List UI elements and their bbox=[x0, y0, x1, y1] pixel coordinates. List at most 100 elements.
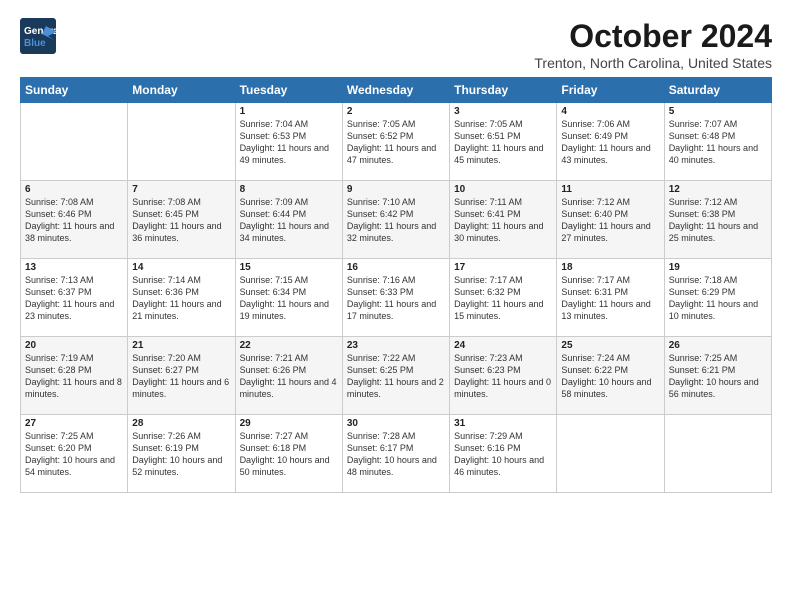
day-info: Sunrise: 7:05 AM Sunset: 6:51 PM Dayligh… bbox=[454, 118, 552, 167]
day-info: Sunrise: 7:25 AM Sunset: 6:20 PM Dayligh… bbox=[25, 430, 123, 479]
day-header-wednesday: Wednesday bbox=[342, 78, 449, 103]
calendar-cell: 24Sunrise: 7:23 AM Sunset: 6:23 PM Dayli… bbox=[450, 337, 557, 415]
calendar-cell: 16Sunrise: 7:16 AM Sunset: 6:33 PM Dayli… bbox=[342, 259, 449, 337]
calendar-table: SundayMondayTuesdayWednesdayThursdayFrid… bbox=[20, 77, 772, 493]
day-info: Sunrise: 7:08 AM Sunset: 6:46 PM Dayligh… bbox=[25, 196, 123, 245]
day-info: Sunrise: 7:17 AM Sunset: 6:31 PM Dayligh… bbox=[561, 274, 659, 323]
day-number: 15 bbox=[240, 262, 338, 273]
day-number: 10 bbox=[454, 184, 552, 195]
calendar-cell: 8Sunrise: 7:09 AM Sunset: 6:44 PM Daylig… bbox=[235, 181, 342, 259]
day-number: 22 bbox=[240, 340, 338, 351]
calendar-cell bbox=[664, 415, 771, 493]
calendar-cell: 4Sunrise: 7:06 AM Sunset: 6:49 PM Daylig… bbox=[557, 103, 664, 181]
day-info: Sunrise: 7:12 AM Sunset: 6:40 PM Dayligh… bbox=[561, 196, 659, 245]
day-info: Sunrise: 7:11 AM Sunset: 6:41 PM Dayligh… bbox=[454, 196, 552, 245]
day-number: 19 bbox=[669, 262, 767, 273]
day-number: 12 bbox=[669, 184, 767, 195]
calendar-cell: 15Sunrise: 7:15 AM Sunset: 6:34 PM Dayli… bbox=[235, 259, 342, 337]
page: General Blue October 2024 Trenton, North… bbox=[0, 0, 792, 505]
day-info: Sunrise: 7:10 AM Sunset: 6:42 PM Dayligh… bbox=[347, 196, 445, 245]
calendar-cell: 26Sunrise: 7:25 AM Sunset: 6:21 PM Dayli… bbox=[664, 337, 771, 415]
day-info: Sunrise: 7:17 AM Sunset: 6:32 PM Dayligh… bbox=[454, 274, 552, 323]
day-info: Sunrise: 7:09 AM Sunset: 6:44 PM Dayligh… bbox=[240, 196, 338, 245]
calendar-cell: 12Sunrise: 7:12 AM Sunset: 6:38 PM Dayli… bbox=[664, 181, 771, 259]
day-info: Sunrise: 7:27 AM Sunset: 6:18 PM Dayligh… bbox=[240, 430, 338, 479]
day-info: Sunrise: 7:14 AM Sunset: 6:36 PM Dayligh… bbox=[132, 274, 230, 323]
day-number: 5 bbox=[669, 106, 767, 117]
day-info: Sunrise: 7:23 AM Sunset: 6:23 PM Dayligh… bbox=[454, 352, 552, 401]
day-number: 30 bbox=[347, 418, 445, 429]
day-number: 13 bbox=[25, 262, 123, 273]
day-header-tuesday: Tuesday bbox=[235, 78, 342, 103]
day-info: Sunrise: 7:29 AM Sunset: 6:16 PM Dayligh… bbox=[454, 430, 552, 479]
calendar-cell: 28Sunrise: 7:26 AM Sunset: 6:19 PM Dayli… bbox=[128, 415, 235, 493]
header-row: SundayMondayTuesdayWednesdayThursdayFrid… bbox=[21, 78, 772, 103]
svg-text:Blue: Blue bbox=[24, 38, 46, 49]
calendar-cell: 18Sunrise: 7:17 AM Sunset: 6:31 PM Dayli… bbox=[557, 259, 664, 337]
calendar-cell: 22Sunrise: 7:21 AM Sunset: 6:26 PM Dayli… bbox=[235, 337, 342, 415]
day-header-sunday: Sunday bbox=[21, 78, 128, 103]
day-number: 21 bbox=[132, 340, 230, 351]
title-block: October 2024 Trenton, North Carolina, Un… bbox=[534, 18, 772, 71]
day-number: 17 bbox=[454, 262, 552, 273]
day-info: Sunrise: 7:12 AM Sunset: 6:38 PM Dayligh… bbox=[669, 196, 767, 245]
day-number: 28 bbox=[132, 418, 230, 429]
calendar-cell bbox=[557, 415, 664, 493]
day-info: Sunrise: 7:16 AM Sunset: 6:33 PM Dayligh… bbox=[347, 274, 445, 323]
day-info: Sunrise: 7:26 AM Sunset: 6:19 PM Dayligh… bbox=[132, 430, 230, 479]
calendar-cell: 3Sunrise: 7:05 AM Sunset: 6:51 PM Daylig… bbox=[450, 103, 557, 181]
calendar-cell: 1Sunrise: 7:04 AM Sunset: 6:53 PM Daylig… bbox=[235, 103, 342, 181]
day-info: Sunrise: 7:06 AM Sunset: 6:49 PM Dayligh… bbox=[561, 118, 659, 167]
calendar-cell: 21Sunrise: 7:20 AM Sunset: 6:27 PM Dayli… bbox=[128, 337, 235, 415]
logo: General Blue bbox=[20, 18, 56, 59]
subtitle: Trenton, North Carolina, United States bbox=[534, 55, 772, 71]
week-row-3: 13Sunrise: 7:13 AM Sunset: 6:37 PM Dayli… bbox=[21, 259, 772, 337]
main-title: October 2024 bbox=[534, 18, 772, 55]
day-info: Sunrise: 7:18 AM Sunset: 6:29 PM Dayligh… bbox=[669, 274, 767, 323]
day-number: 31 bbox=[454, 418, 552, 429]
calendar-cell: 20Sunrise: 7:19 AM Sunset: 6:28 PM Dayli… bbox=[21, 337, 128, 415]
calendar-cell: 13Sunrise: 7:13 AM Sunset: 6:37 PM Dayli… bbox=[21, 259, 128, 337]
calendar-cell: 17Sunrise: 7:17 AM Sunset: 6:32 PM Dayli… bbox=[450, 259, 557, 337]
day-info: Sunrise: 7:20 AM Sunset: 6:27 PM Dayligh… bbox=[132, 352, 230, 401]
week-row-4: 20Sunrise: 7:19 AM Sunset: 6:28 PM Dayli… bbox=[21, 337, 772, 415]
calendar-cell: 25Sunrise: 7:24 AM Sunset: 6:22 PM Dayli… bbox=[557, 337, 664, 415]
calendar-cell: 7Sunrise: 7:08 AM Sunset: 6:45 PM Daylig… bbox=[128, 181, 235, 259]
calendar-cell: 9Sunrise: 7:10 AM Sunset: 6:42 PM Daylig… bbox=[342, 181, 449, 259]
day-info: Sunrise: 7:22 AM Sunset: 6:25 PM Dayligh… bbox=[347, 352, 445, 401]
day-number: 18 bbox=[561, 262, 659, 273]
day-number: 4 bbox=[561, 106, 659, 117]
calendar-cell: 19Sunrise: 7:18 AM Sunset: 6:29 PM Dayli… bbox=[664, 259, 771, 337]
calendar-cell: 23Sunrise: 7:22 AM Sunset: 6:25 PM Dayli… bbox=[342, 337, 449, 415]
day-number: 8 bbox=[240, 184, 338, 195]
day-info: Sunrise: 7:04 AM Sunset: 6:53 PM Dayligh… bbox=[240, 118, 338, 167]
day-number: 25 bbox=[561, 340, 659, 351]
header: General Blue October 2024 Trenton, North… bbox=[20, 18, 772, 71]
day-info: Sunrise: 7:28 AM Sunset: 6:17 PM Dayligh… bbox=[347, 430, 445, 479]
day-header-saturday: Saturday bbox=[664, 78, 771, 103]
day-number: 27 bbox=[25, 418, 123, 429]
day-number: 26 bbox=[669, 340, 767, 351]
day-info: Sunrise: 7:15 AM Sunset: 6:34 PM Dayligh… bbox=[240, 274, 338, 323]
day-info: Sunrise: 7:07 AM Sunset: 6:48 PM Dayligh… bbox=[669, 118, 767, 167]
day-number: 11 bbox=[561, 184, 659, 195]
calendar-cell: 31Sunrise: 7:29 AM Sunset: 6:16 PM Dayli… bbox=[450, 415, 557, 493]
day-number: 14 bbox=[132, 262, 230, 273]
logo-icon: General Blue bbox=[20, 18, 56, 54]
day-number: 20 bbox=[25, 340, 123, 351]
calendar-cell: 29Sunrise: 7:27 AM Sunset: 6:18 PM Dayli… bbox=[235, 415, 342, 493]
day-info: Sunrise: 7:25 AM Sunset: 6:21 PM Dayligh… bbox=[669, 352, 767, 401]
calendar-cell: 27Sunrise: 7:25 AM Sunset: 6:20 PM Dayli… bbox=[21, 415, 128, 493]
day-info: Sunrise: 7:13 AM Sunset: 6:37 PM Dayligh… bbox=[25, 274, 123, 323]
calendar-cell: 11Sunrise: 7:12 AM Sunset: 6:40 PM Dayli… bbox=[557, 181, 664, 259]
week-row-2: 6Sunrise: 7:08 AM Sunset: 6:46 PM Daylig… bbox=[21, 181, 772, 259]
day-number: 2 bbox=[347, 106, 445, 117]
calendar-cell: 2Sunrise: 7:05 AM Sunset: 6:52 PM Daylig… bbox=[342, 103, 449, 181]
day-number: 1 bbox=[240, 106, 338, 117]
day-number: 7 bbox=[132, 184, 230, 195]
day-info: Sunrise: 7:19 AM Sunset: 6:28 PM Dayligh… bbox=[25, 352, 123, 401]
calendar-cell: 6Sunrise: 7:08 AM Sunset: 6:46 PM Daylig… bbox=[21, 181, 128, 259]
week-row-1: 1Sunrise: 7:04 AM Sunset: 6:53 PM Daylig… bbox=[21, 103, 772, 181]
day-number: 29 bbox=[240, 418, 338, 429]
calendar-cell bbox=[128, 103, 235, 181]
